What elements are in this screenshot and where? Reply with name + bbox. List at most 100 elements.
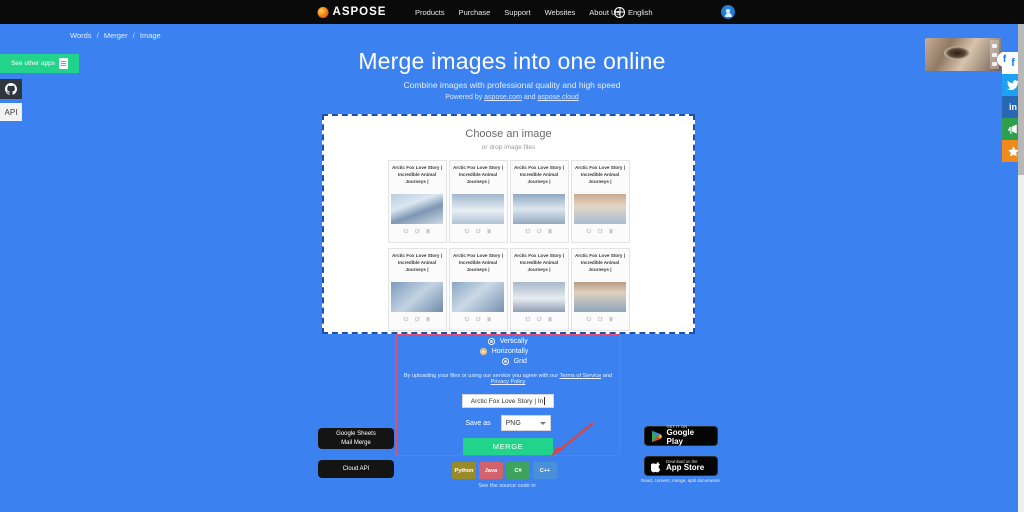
output-filename-input[interactable]: Arctic Fox Love Story | In: [462, 394, 554, 408]
radio-option-vertically[interactable]: Vertically: [487, 338, 529, 345]
file-card[interactable]: Arctic Fox Love Story | Incredible Anima…: [509, 248, 569, 331]
file-card[interactable]: Arctic Fox Love Story | Incredible Anima…: [387, 160, 447, 243]
merge-direction-radio-group: Vertically Horizontally Grid: [479, 338, 529, 368]
aspose-com-link[interactable]: aspose.com: [484, 94, 522, 101]
nav-link-products[interactable]: Products: [415, 8, 445, 17]
page-subtitle: Combine images with professional quality…: [403, 80, 621, 90]
privacy-policy-link[interactable]: Privacy Policy: [491, 379, 526, 385]
file-card[interactable]: Arctic Fox Love Story | Incredible Anima…: [387, 248, 447, 331]
file-card-title: Arctic Fox Love Story | Incredible Anima…: [452, 253, 504, 273]
radio-option-horizontally[interactable]: Horizontally: [479, 348, 529, 355]
google-sheets-mail-merge-button[interactable]: Google Sheets Mail Merge: [318, 428, 394, 449]
file-card[interactable]: Arctic Fox Love Story | Incredible Anima…: [448, 160, 508, 243]
save-as-label: Save as: [465, 419, 491, 427]
aspose-cloud-link[interactable]: aspose.cloud: [538, 94, 579, 101]
breadcrumb-item-merger[interactable]: Merger: [104, 31, 128, 40]
aspose-logo-icon: [317, 6, 329, 18]
video-control-button[interactable]: [992, 43, 997, 48]
chevron-down-icon: [539, 421, 546, 425]
dropzone-title: Choose an image: [465, 128, 552, 140]
breadcrumb-item-words[interactable]: Words: [70, 31, 92, 40]
save-as-row: Save as PNG: [465, 415, 551, 431]
globe-icon: [614, 6, 625, 18]
file-card-title: Arctic Fox Love Story | Incredible Anima…: [513, 253, 565, 273]
file-thumbnail: [391, 194, 443, 224]
nav-link-websites[interactable]: Websites: [545, 8, 576, 17]
breadcrumb-item-image[interactable]: Image: [140, 31, 161, 40]
breadcrumb: Words / Merger / Image: [0, 24, 1024, 40]
rotate-left-icon[interactable]: [586, 228, 592, 234]
rotate-right-icon[interactable]: [536, 228, 542, 234]
chip-cpp[interactable]: C++: [533, 462, 557, 479]
page-title: Merge images into one online: [358, 48, 666, 74]
nav-link-purchase[interactable]: Purchase: [459, 8, 491, 17]
google-play-title: Google Play: [666, 428, 695, 447]
merge-button[interactable]: MERGE: [463, 438, 553, 455]
delete-icon[interactable]: [608, 228, 614, 234]
page-scrollbar[interactable]: [1018, 0, 1024, 512]
api-button[interactable]: API: [0, 103, 22, 121]
user-account-button[interactable]: [721, 5, 735, 19]
rotate-left-icon[interactable]: [403, 228, 409, 234]
rotate-right-icon[interactable]: [597, 228, 603, 234]
rotate-right-icon[interactable]: [414, 228, 420, 234]
brand-logo[interactable]: ASPOSE: [317, 6, 387, 18]
terms-of-service-link[interactable]: Terms of Service: [560, 373, 602, 379]
powered-by-line: Powered by aspose.com and aspose.cloud: [0, 94, 1024, 101]
google-play-icon: [651, 430, 663, 442]
rotate-left-icon[interactable]: [525, 316, 531, 322]
delete-icon[interactable]: [486, 316, 492, 322]
file-card[interactable]: Arctic Fox Love Story | Incredible Anima…: [509, 160, 569, 243]
terms-text: By uploading your files or using our ser…: [403, 373, 559, 379]
file-card-tools: [586, 316, 614, 322]
file-card-title: Arctic Fox Love Story | Incredible Anima…: [391, 165, 443, 185]
github-button[interactable]: [0, 79, 22, 99]
rotate-right-icon[interactable]: [414, 316, 420, 322]
see-other-apps-button[interactable]: See other apps: [0, 54, 79, 73]
rotate-left-icon[interactable]: [525, 228, 531, 234]
delete-icon[interactable]: [425, 228, 431, 234]
chip-python[interactable]: Python: [452, 462, 476, 479]
powered-by-prefix: Powered by: [445, 94, 483, 101]
file-card-title: Arctic Fox Love Story | Incredible Anima…: [513, 165, 565, 185]
radio-label: Horizontally: [491, 348, 529, 355]
scrollbar-thumb[interactable]: [1018, 0, 1024, 175]
format-select[interactable]: PNG: [500, 415, 551, 431]
delete-icon[interactable]: [547, 316, 553, 322]
floating-video-player[interactable]: [925, 38, 1001, 71]
rotate-right-icon[interactable]: [597, 316, 603, 322]
file-card[interactable]: Arctic Fox Love Story | Incredible Anima…: [570, 160, 630, 243]
file-card[interactable]: Arctic Fox Love Story | Incredible Anima…: [448, 248, 508, 331]
dropzone-hint: or drop image files: [481, 144, 536, 151]
delete-icon[interactable]: [486, 228, 492, 234]
video-control-button[interactable]: [992, 52, 997, 57]
rotate-left-icon[interactable]: [403, 316, 409, 322]
language-label: English: [628, 7, 653, 17]
nav-link-support[interactable]: Support: [504, 8, 530, 17]
rotate-left-icon[interactable]: [586, 316, 592, 322]
file-thumbnail: [574, 282, 626, 312]
rotate-right-icon[interactable]: [536, 316, 542, 322]
file-dropzone[interactable]: Choose an image or drop image files Arct…: [322, 114, 695, 334]
rotate-right-icon[interactable]: [475, 228, 481, 234]
video-control-button[interactable]: [992, 61, 997, 66]
filename-row: Arctic Fox Love Story | In: [462, 394, 554, 408]
cloud-api-button[interactable]: Cloud API: [318, 460, 394, 478]
facebook-video-badge[interactable]: f: [997, 52, 1012, 67]
chip-csharp[interactable]: C#: [506, 462, 530, 479]
file-card-title: Arctic Fox Love Story | Incredible Anima…: [391, 253, 443, 273]
avatar-body: [724, 13, 732, 17]
file-card[interactable]: Arctic Fox Love Story | Incredible Anima…: [570, 248, 630, 331]
google-play-badge[interactable]: GET IT ON Google Play: [644, 424, 718, 447]
delete-icon[interactable]: [608, 316, 614, 322]
delete-icon[interactable]: [547, 228, 553, 234]
radio-option-grid[interactable]: Grid: [501, 358, 529, 365]
rotate-right-icon[interactable]: [475, 316, 481, 322]
delete-icon[interactable]: [425, 316, 431, 322]
rotate-left-icon[interactable]: [464, 316, 470, 322]
language-selector[interactable]: English: [614, 6, 653, 18]
app-store-badge[interactable]: Download on the App Store: [644, 456, 718, 476]
text-cursor: [544, 397, 546, 405]
chip-java[interactable]: Java: [479, 462, 503, 479]
rotate-left-icon[interactable]: [464, 228, 470, 234]
